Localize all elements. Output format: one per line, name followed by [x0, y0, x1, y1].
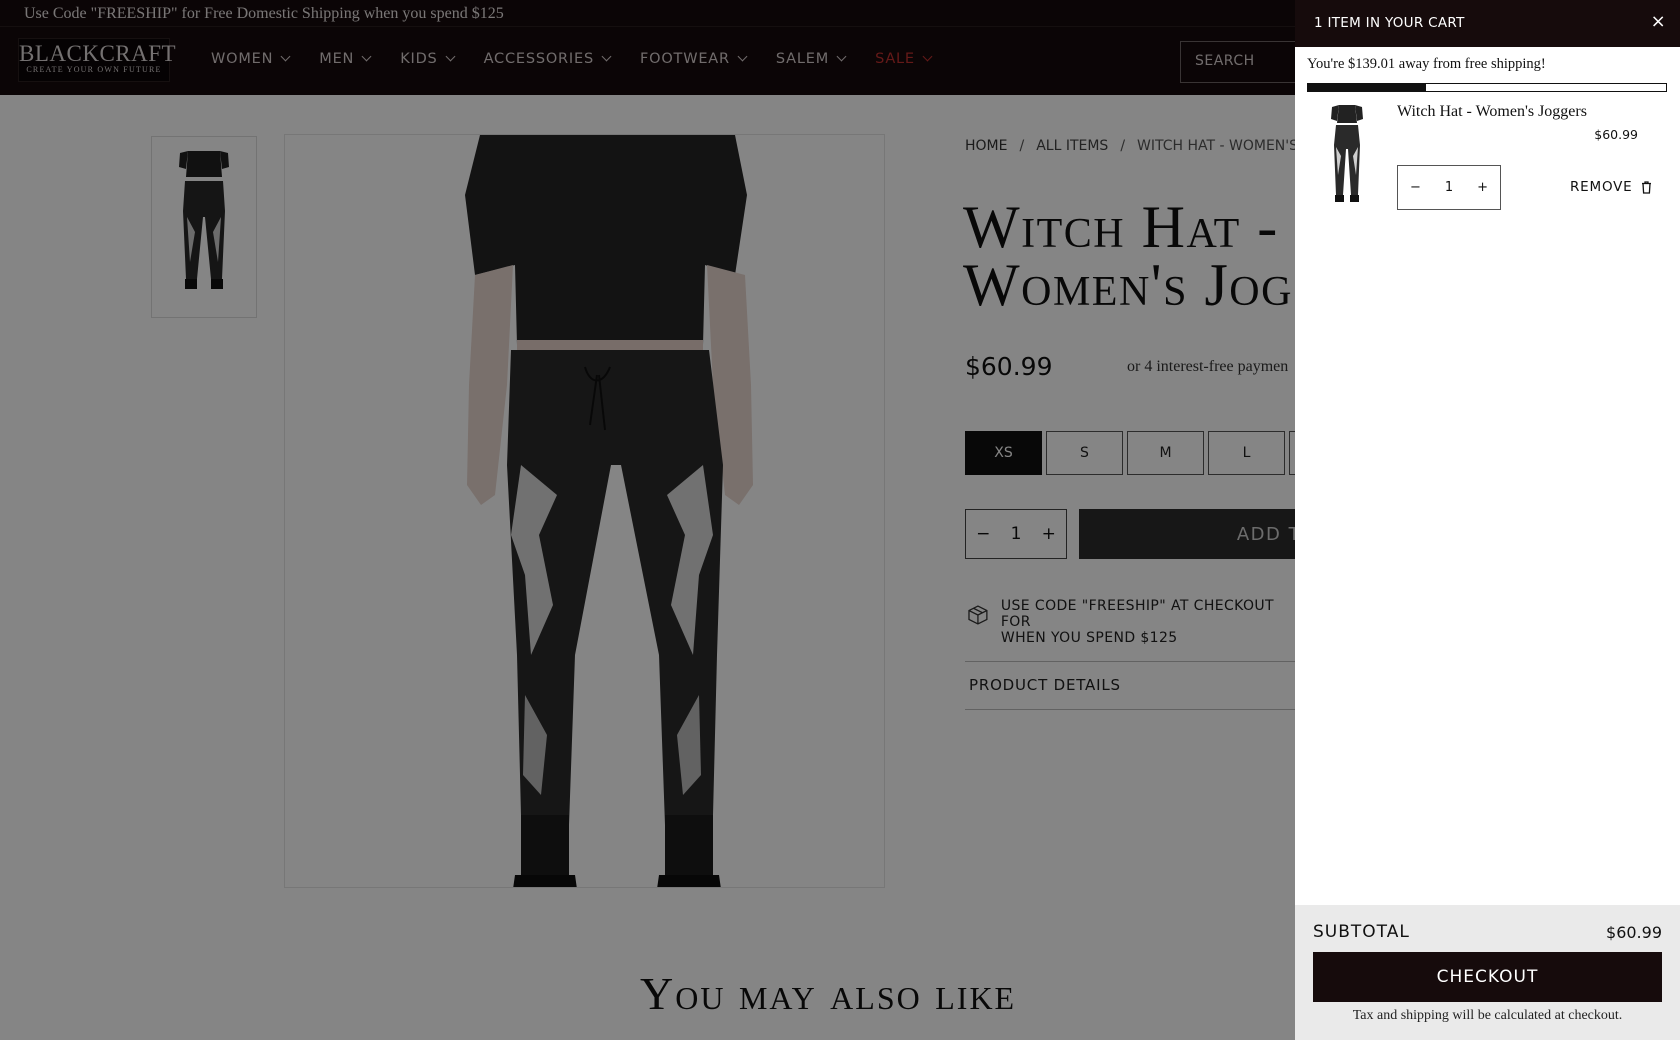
cart-item-image[interactable] [1322, 103, 1372, 206]
cart-quantity-value[interactable]: 1 [1445, 180, 1453, 195]
free-shipping-progress-fill [1308, 84, 1427, 91]
joggers-cart-image [1331, 105, 1363, 202]
close-icon[interactable]: × [1651, 12, 1666, 32]
cart-quantity-stepper: − 1 + [1397, 165, 1501, 210]
free-shipping-progress-bar [1307, 83, 1667, 92]
tax-note: Tax and shipping will be calculated at c… [1352, 1008, 1623, 1023]
free-shipping-message: You're $139.01 away from free shipping! [1307, 56, 1546, 72]
checkout-label: CHECKOUT [1436, 967, 1539, 987]
remove-item-button[interactable]: REMOVE [1570, 179, 1652, 195]
cart-item-count: 1 ITEM IN YOUR CART [1314, 15, 1465, 31]
cart-drawer-header: 1 ITEM IN YOUR CART × [1295, 0, 1680, 47]
cart-drawer: 1 ITEM IN YOUR CART × You're $139.01 awa… [1295, 0, 1680, 1040]
cart-footer: SUBTOTAL $60.99 CHECKOUT Tax and shippin… [1295, 905, 1680, 1040]
remove-label: REMOVE [1570, 179, 1633, 195]
subtotal-value: $60.99 [1606, 923, 1662, 942]
plus-icon[interactable]: + [1477, 180, 1488, 195]
cart-item-name[interactable]: Witch Hat - Women's Joggers [1397, 103, 1587, 121]
minus-icon[interactable]: − [1410, 180, 1421, 195]
cart-item-price: $60.99 [1594, 127, 1638, 142]
trash-icon [1641, 180, 1651, 194]
subtotal-label: SUBTOTAL [1313, 922, 1410, 942]
checkout-button[interactable]: CHECKOUT [1313, 952, 1662, 1002]
